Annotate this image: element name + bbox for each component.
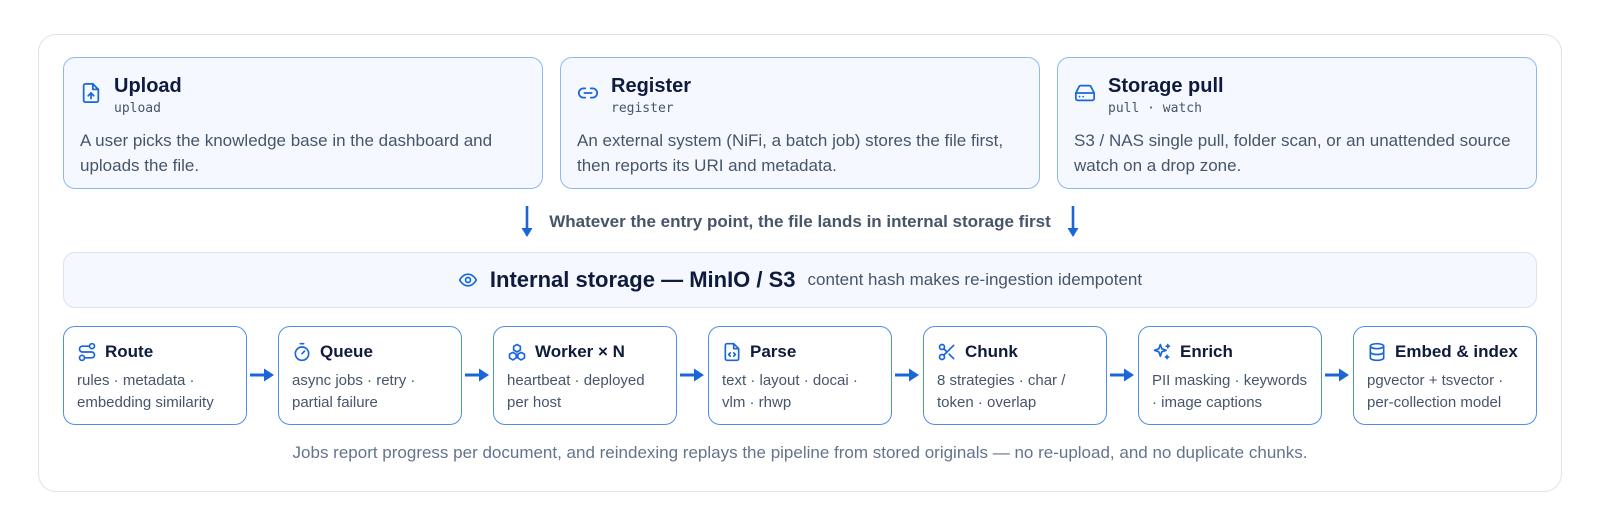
entry-title: Register (611, 75, 692, 97)
arrow-down-icon (519, 205, 535, 239)
entry-storage-pull: Storage pull pull · watch S3 / NAS singl… (1057, 57, 1537, 189)
step-enrich: Enrich PII masking · keywords · image ca… (1138, 326, 1322, 425)
step-description: rules · metadata · embedding similarity (77, 372, 214, 411)
arrow-right-icon (1109, 366, 1135, 384)
step-label: Route (105, 342, 154, 361)
storage-note: content hash makes re-ingestion idempote… (807, 270, 1143, 289)
step-label: Queue (320, 342, 373, 361)
step-label: Chunk (965, 342, 1018, 361)
entry-description: An external system (NiFi, a batch job) s… (577, 131, 1004, 175)
scissors-icon (937, 342, 957, 362)
arrow-down-icon (1065, 205, 1081, 239)
entry-title: Storage pull (1108, 75, 1224, 97)
step-description: 8 strategies · char / token · overlap (937, 372, 1066, 411)
arrow-right-icon (249, 366, 275, 384)
storage-title: Internal storage — MinIO / S3 (489, 267, 796, 292)
step-label: Enrich (1180, 342, 1233, 361)
step-description: async jobs · retry · partial failure (292, 372, 416, 411)
timer-icon (292, 342, 312, 362)
file-code-icon (722, 342, 742, 362)
arrow-right-icon (894, 366, 920, 384)
entry-description: A user picks the knowledge base in the d… (80, 131, 493, 175)
entry-upload: Upload upload A user picks the knowledge… (63, 57, 543, 189)
arrow-right-icon (1324, 366, 1350, 384)
step-description: pgvector + tsvector · per-collection mod… (1367, 372, 1504, 411)
step-route: Route rules · metadata · embedding simil… (63, 326, 247, 425)
step-description: text · layout · docai · vlm · rhwp (722, 372, 858, 411)
hard-drive-icon (1074, 82, 1096, 104)
arrow-right-icon (679, 366, 705, 384)
entry-register: Register register An external system (Ni… (560, 57, 1040, 189)
entry-code: upload (114, 101, 161, 116)
entry-description: S3 / NAS single pull, folder scan, or an… (1074, 131, 1511, 175)
entry-title: Upload (114, 75, 182, 97)
route-icon (77, 342, 97, 362)
step-label: Parse (750, 342, 797, 361)
internal-storage-band: Internal storage — MinIO / S3 content ha… (63, 252, 1537, 308)
database-icon (1367, 342, 1387, 362)
link-icon (577, 82, 599, 104)
flow-note-text: Whatever the entry point, the file lands… (549, 212, 1051, 231)
file-upload-icon (80, 82, 102, 104)
step-queue: Queue async jobs · retry · partial failu… (278, 326, 462, 425)
sparkles-icon (1152, 342, 1172, 362)
step-description: heartbeat · deployed per host (507, 372, 645, 411)
step-embed-index: Embed & index pgvector + tsvector · per-… (1353, 326, 1537, 425)
step-label: Worker × N (535, 342, 625, 361)
entry-code: pull · watch (1108, 101, 1202, 116)
footer-note: Jobs report progress per document, and r… (292, 443, 1308, 462)
entry-code: register (611, 101, 674, 116)
step-label: Embed & index (1395, 342, 1518, 361)
step-worker: Worker × N heartbeat · deployed per host (493, 326, 677, 425)
flow-note: Whatever the entry point, the file lands… (0, 205, 1600, 239)
boxes-icon (507, 342, 527, 362)
step-description: PII masking · keywords · image captions (1152, 372, 1308, 411)
step-parse: Parse text · layout · docai · vlm · rhwp (708, 326, 892, 425)
arrow-right-icon (464, 366, 490, 384)
step-chunk: Chunk 8 strategies · char / token · over… (923, 326, 1107, 425)
eye-icon (458, 270, 478, 290)
